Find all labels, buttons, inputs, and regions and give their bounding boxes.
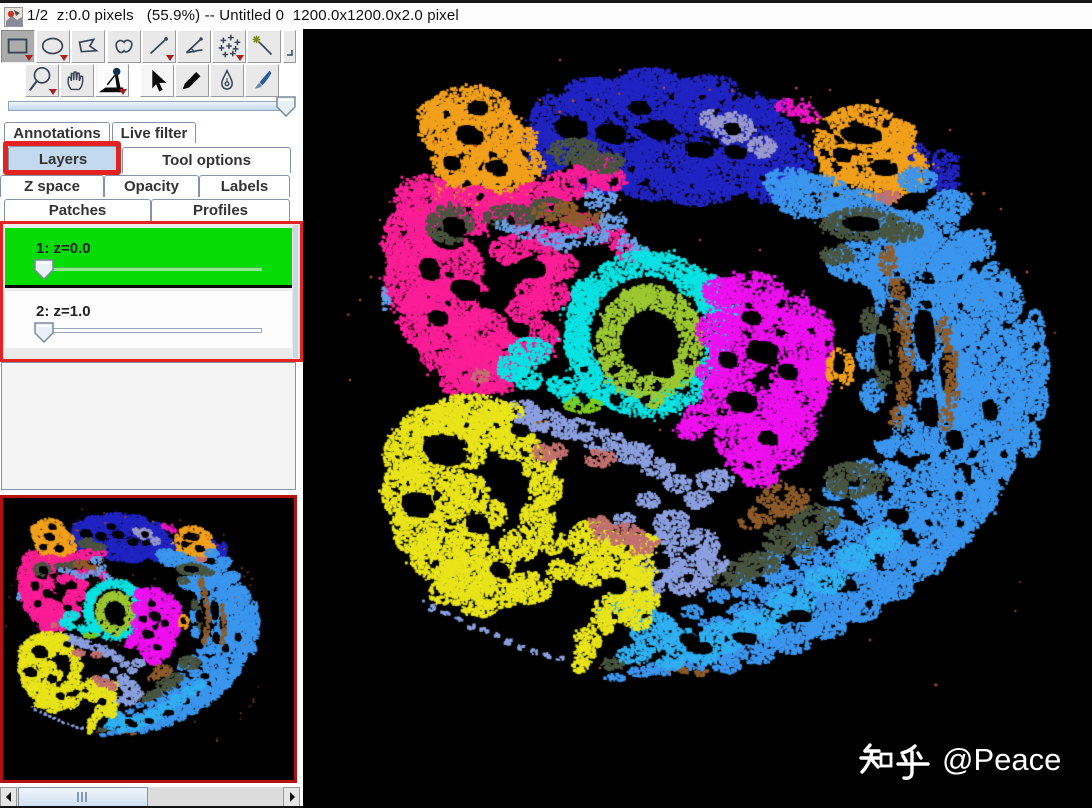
svg-text:@Peace: @Peace [942, 742, 1061, 777]
